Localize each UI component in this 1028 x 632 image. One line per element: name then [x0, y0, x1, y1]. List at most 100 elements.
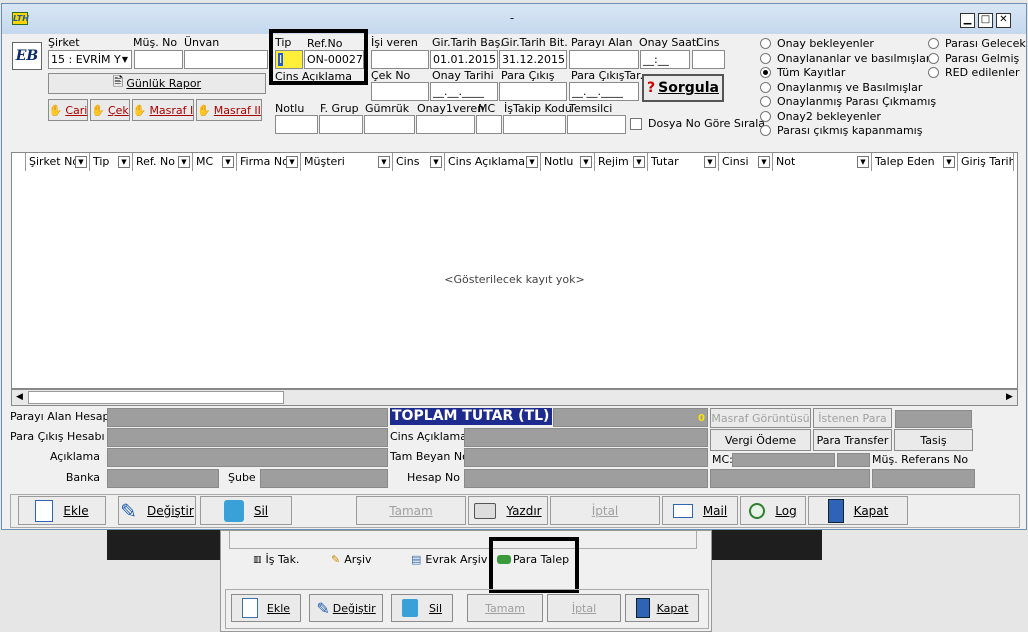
mc-input[interactable]	[476, 115, 502, 134]
tasis-button[interactable]: Tasiş	[894, 429, 973, 451]
column-header[interactable]: Talep Eden ▼	[872, 153, 958, 171]
chevron-down-icon[interactable]: ▼	[378, 156, 390, 168]
behind-degistir-button[interactable]: ✎ Değiştir	[309, 594, 383, 622]
column-header[interactable]: Notlu ▼	[541, 153, 595, 171]
vergi-odeme-button[interactable]: Vergi Ödeme	[710, 429, 811, 451]
chevron-down-icon[interactable]: ▼	[75, 156, 87, 168]
gumruk-input[interactable]	[364, 115, 415, 134]
radio-onaylananlar[interactable]: Onaylananlar ve basılmışlar	[760, 52, 936, 65]
chevron-down-icon[interactable]: ▼	[580, 156, 592, 168]
column-header[interactable]: Tutar ▼	[648, 153, 719, 171]
mus-no-input[interactable]	[134, 50, 183, 69]
para-transfer-button[interactable]: Para Transfer	[813, 429, 892, 451]
column-header[interactable]: Şirket No ▼	[26, 153, 90, 171]
radio-parasi-cikmamis[interactable]: Onaylanmış Parası Çıkmamış	[760, 95, 936, 108]
radio-red-edilenler[interactable]: RED edilenler	[928, 66, 1026, 79]
cins-input[interactable]	[692, 50, 725, 69]
evrak-arsiv-button[interactable]: ▤ Evrak Arşiv	[411, 553, 487, 566]
para-cikis-input[interactable]	[499, 82, 567, 101]
chevron-down-icon[interactable]: ▼	[430, 156, 442, 168]
column-header[interactable]: Cins Açıklama ▼	[445, 153, 541, 171]
column-header[interactable]: Giriş Tarihi	[958, 153, 1014, 171]
behind-sil-button[interactable]: Sil	[391, 594, 453, 622]
column-header[interactable]: Cins ▼	[393, 153, 445, 171]
unvan-input[interactable]	[184, 50, 268, 69]
gunluk-rapor-button[interactable]: 🖹 Günlük Rapor	[48, 73, 266, 94]
istenen-para-button[interactable]: İstenen Para	[813, 408, 892, 428]
chevron-down-icon[interactable]: ▼	[758, 156, 770, 168]
cek-button[interactable]: ✋ Çek	[90, 99, 130, 121]
tamam-button[interactable]: Tamam	[356, 496, 466, 525]
horizontal-scrollbar[interactable]: ◀ ▶	[11, 389, 1018, 406]
gir-bas-input[interactable]: 01.01.2015	[430, 50, 498, 69]
notlu-input[interactable]	[275, 115, 318, 134]
behind-tamam-button[interactable]: Tamam	[467, 594, 543, 622]
isi-veren-input[interactable]	[371, 50, 429, 69]
radio-parasi-gelmis[interactable]: Parası Gelmiş	[928, 52, 1026, 65]
sil-button[interactable]: Sil	[200, 496, 292, 525]
degistir-button[interactable]: ✎ Değiştir	[118, 496, 196, 525]
radio-onay2[interactable]: Onay2 bekleyenler	[760, 110, 936, 123]
chevron-down-icon[interactable]: ▼	[286, 156, 298, 168]
column-header[interactable]: Cinsi ▼	[719, 153, 773, 171]
column-header[interactable]: Tip ▼	[90, 153, 133, 171]
radio-onay-bekleyenler[interactable]: Onay bekleyenler	[760, 37, 936, 50]
fgrup-input[interactable]	[319, 115, 363, 134]
maximize-button[interactable]: □	[978, 13, 993, 28]
chevron-down-icon[interactable]: ▼	[118, 156, 130, 168]
chevron-down-icon[interactable]: ▼	[704, 156, 716, 168]
mail-button[interactable]: Mail	[662, 496, 738, 525]
behind-iptal-button[interactable]: İptal	[547, 594, 621, 622]
scroll-thumb[interactable]	[28, 391, 284, 404]
is-tak-button[interactable]: ▥ İş Tak.	[253, 553, 300, 566]
radio-parasi-gelecek[interactable]: Parası Gelecek	[928, 37, 1026, 50]
para-talep-button[interactable]: Para Talep	[497, 553, 569, 566]
minimize-button[interactable]: ▁	[960, 13, 975, 28]
chevron-down-icon[interactable]: ▼	[222, 156, 234, 168]
sirket-select[interactable]: 15 : EVRİM Y ▼	[48, 50, 132, 69]
kapat-button[interactable]: Kapat	[808, 496, 908, 525]
column-header[interactable]: MC ▼	[193, 153, 237, 171]
masraf2-button[interactable]: ✋ Masraf II	[196, 99, 262, 121]
yazdir-button[interactable]: Yazdır	[468, 496, 548, 525]
data-grid[interactable]: <Gösterilecek kayıt yok>	[11, 171, 1018, 389]
refno-input[interactable]: ON-00027	[304, 50, 364, 69]
radio-tum-kayitlar[interactable]: Tüm Kayıtlar	[760, 66, 936, 79]
chevron-down-icon[interactable]: ▼	[633, 156, 645, 168]
column-header[interactable]: Ref. No ▼	[133, 153, 193, 171]
parayi-alan-input[interactable]	[569, 50, 639, 69]
chevron-down-icon[interactable]: ▼	[943, 156, 955, 168]
sorgula-button[interactable]: ? Sorgula	[642, 74, 724, 102]
column-header[interactable]: Rejim ▼	[595, 153, 648, 171]
istakip-input[interactable]	[503, 115, 566, 134]
onay-tarihi-input[interactable]: __.__.____	[430, 82, 498, 101]
chevron-down-icon[interactable]: ▼	[857, 156, 869, 168]
ekle-button[interactable]: Ekle	[18, 496, 106, 525]
scroll-right-icon[interactable]: ▶	[1002, 390, 1017, 405]
tip-input[interactable]: I	[275, 50, 303, 69]
column-header[interactable]: Müşteri ▼	[301, 153, 393, 171]
chevron-down-icon[interactable]: ▼	[178, 156, 190, 168]
dosya-no-checkbox[interactable]: Dosya No Göre Sırala	[630, 117, 765, 130]
column-header[interactable]: Firma No ▼	[237, 153, 301, 171]
scroll-left-icon[interactable]: ◀	[12, 390, 27, 405]
onay1-input[interactable]	[416, 115, 475, 134]
cek-no-input[interactable]	[371, 82, 429, 101]
behind-ekle-button[interactable]: Ekle	[231, 594, 301, 622]
radio-kapanmamis[interactable]: Parası çıkmış kapanmamış	[760, 124, 936, 137]
close-button[interactable]: ✕	[996, 13, 1011, 28]
iptal-button[interactable]: İptal	[550, 496, 660, 525]
para-cikis-tar-input[interactable]: __.__.____	[569, 82, 639, 101]
masraf1-button[interactable]: ✋ Masraf I	[132, 99, 194, 121]
cari-button[interactable]: ✋ Cari	[48, 99, 88, 121]
temsilci-input[interactable]	[567, 115, 626, 134]
arsiv-button[interactable]: ✎ Arşiv	[331, 553, 372, 566]
chevron-down-icon[interactable]: ▼	[526, 156, 538, 168]
column-header[interactable]: Not ▼	[773, 153, 872, 171]
behind-kapat-button[interactable]: Kapat	[625, 594, 699, 622]
gir-bit-input[interactable]: 31.12.2015	[499, 50, 567, 69]
log-button[interactable]: Log	[740, 496, 806, 525]
onay-saati-input[interactable]: __:__	[640, 50, 690, 69]
radio-onaylanmis-basilmis[interactable]: Onaylanmış ve Basılmışlar	[760, 81, 936, 94]
masraf-goruntusu-button[interactable]: Masraf Görüntüsü	[710, 408, 811, 428]
